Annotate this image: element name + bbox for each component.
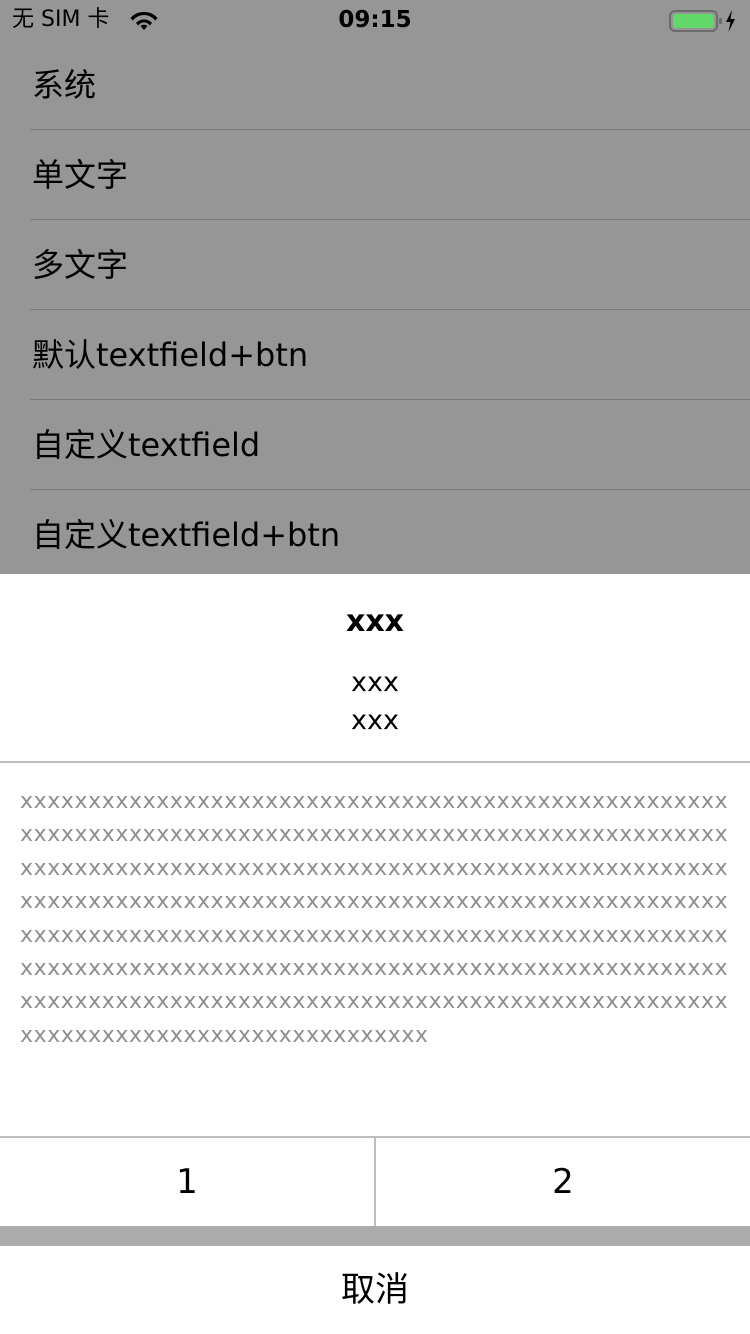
sheet-subtitle: xxx xyxy=(351,667,399,698)
sheet-title: xxx xyxy=(345,604,405,639)
list-item-label: 多文字 xyxy=(32,246,129,284)
sheet-button-row: 1 2 xyxy=(0,1138,750,1226)
sheet-subtitle: xxx xyxy=(351,705,399,736)
status-time: 09:15 xyxy=(338,7,412,33)
list-item-system[interactable]: 系统 xyxy=(0,40,750,130)
menu-list: 系统 单文字 多文字 默认textfield+btn 自定义textfield … xyxy=(0,40,750,580)
option-2-button[interactable]: 2 xyxy=(376,1138,750,1226)
list-item-custom-textfield-btn[interactable]: 自定义textfield+btn xyxy=(0,490,750,580)
list-item-multi-text[interactable]: 多文字 xyxy=(0,220,750,310)
sheet-message: xxxxxxxxxxxxxxxxxxxxxxxxxxxxxxxxxxxxxxxx… xyxy=(20,789,729,1048)
list-item-custom-textfield[interactable]: 自定义textfield xyxy=(0,400,750,490)
battery-charging-icon xyxy=(669,10,735,32)
list-item-label: 自定义textfield+btn xyxy=(32,516,341,554)
option-1-button[interactable]: 1 xyxy=(0,1138,374,1226)
cancel-button[interactable]: 取消 xyxy=(0,1246,750,1334)
action-sheet: xxx xxx xxx xxxxxxxxxxxxxxxxxxxxxxxxxxxx… xyxy=(0,574,750,1334)
list-item-label: 单文字 xyxy=(32,156,129,194)
list-item-single-text[interactable]: 单文字 xyxy=(0,130,750,220)
sheet-header: xxx xxx xxx xyxy=(0,574,750,761)
list-item-label: 系统 xyxy=(32,66,97,104)
list-item-label: 默认textfield+btn xyxy=(32,336,309,374)
status-bar: 无 SIM 卡 09:15 xyxy=(0,0,750,40)
list-item-label: 自定义textfield xyxy=(32,426,261,464)
sheet-message-area: xxxxxxxxxxxxxxxxxxxxxxxxxxxxxxxxxxxxxxxx… xyxy=(0,763,750,1136)
list-item-default-textfield-btn[interactable]: 默认textfield+btn xyxy=(0,310,750,400)
